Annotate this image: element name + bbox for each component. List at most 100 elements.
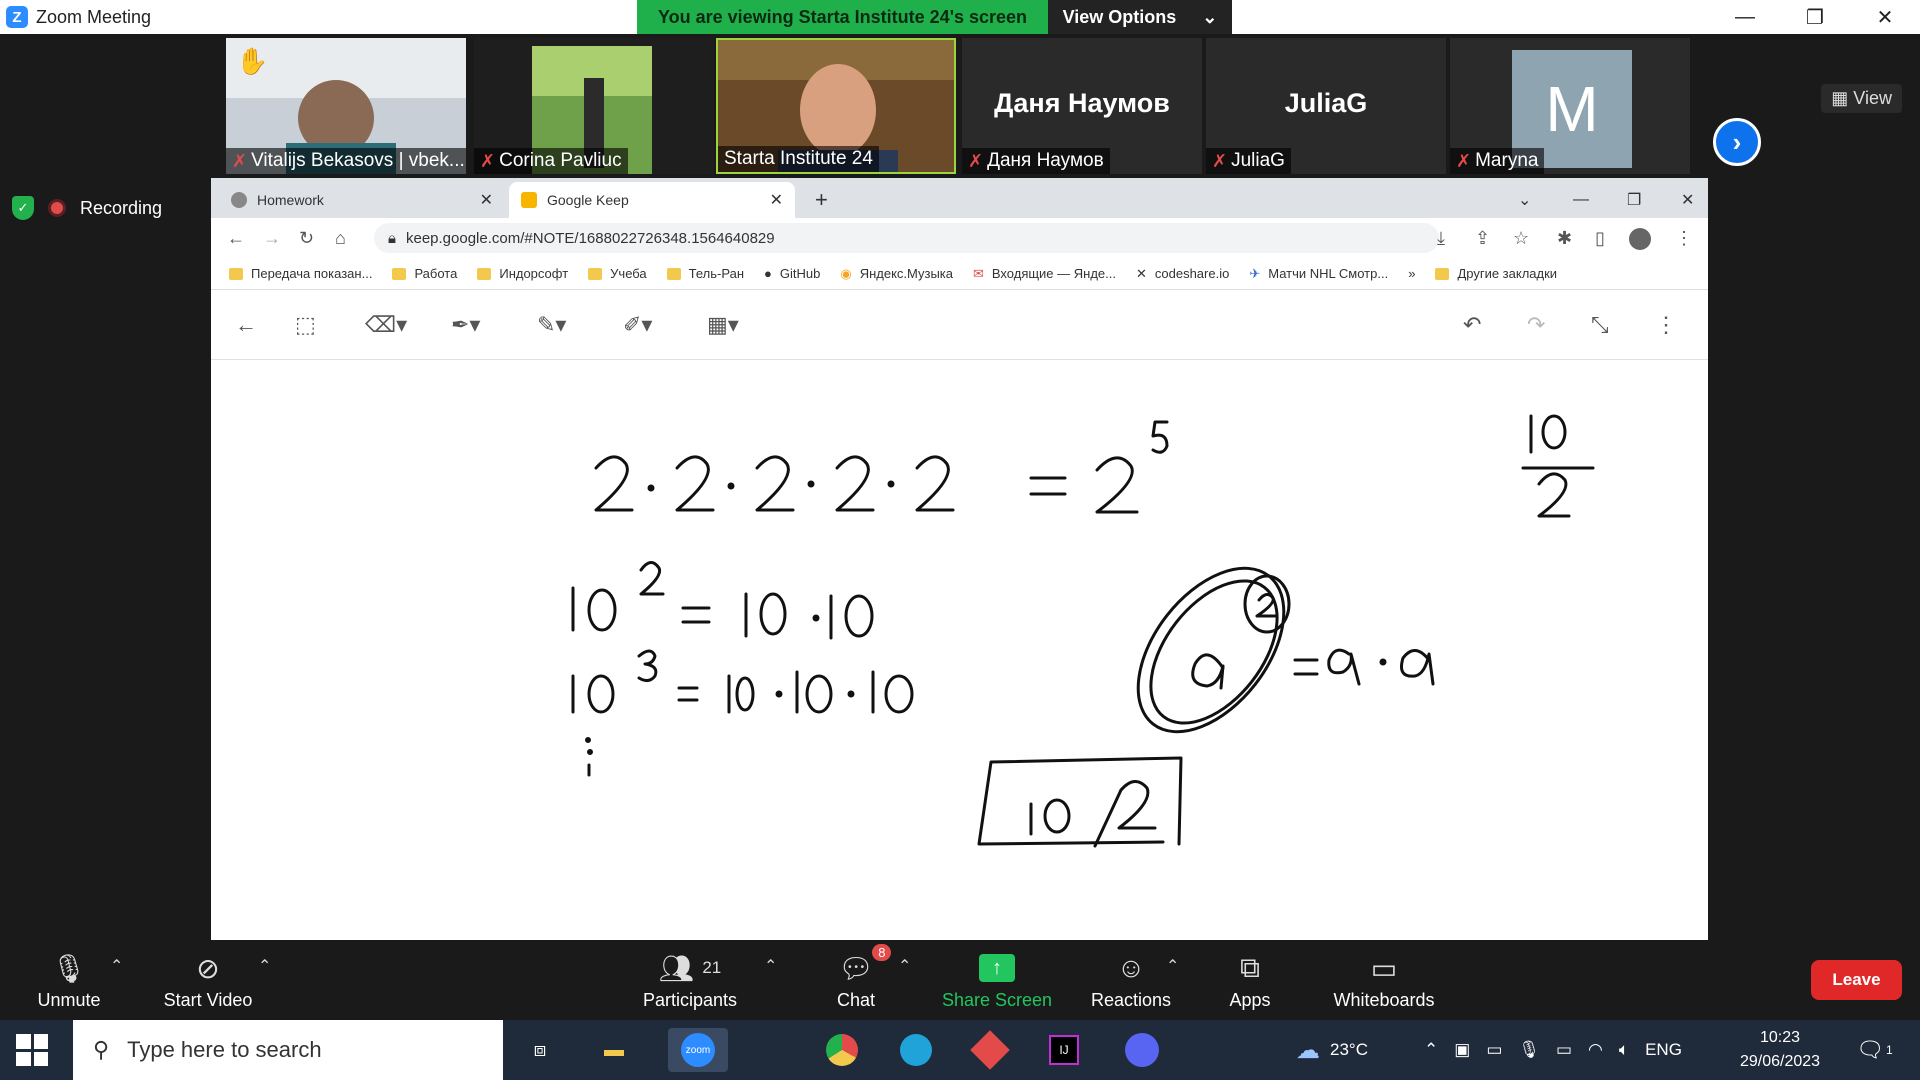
restore-button[interactable]: ❐	[1780, 0, 1850, 34]
back-arrow-icon[interactable]: ←	[235, 312, 257, 338]
language-indicator[interactable]: ENG	[1645, 1040, 1682, 1060]
bookmark-item[interactable]: Передача показан...	[229, 266, 372, 281]
pen-icon[interactable]: ✒▾	[451, 312, 480, 338]
recording-label: Recording	[80, 197, 163, 218]
share-screen-button[interactable]: ↑ Share Screen	[940, 948, 1054, 1011]
edge-icon[interactable]	[894, 1028, 938, 1072]
clock[interactable]: 10:23 29/06/2023	[1720, 1026, 1840, 1074]
recording-indicator[interactable]: ✓ Recording	[12, 196, 162, 220]
handwriting-powers-of-two	[594, 420, 1169, 514]
audio-options-caret[interactable]: ⌃	[110, 956, 123, 976]
whiteboards-button[interactable]: ▭ Whiteboards	[1330, 948, 1438, 1011]
start-video-button[interactable]: ⊘ Start Video	[160, 948, 256, 1011]
meet-icon[interactable]: ▣	[1454, 1040, 1470, 1060]
tab-google-keep[interactable]: Google Keep ✕	[509, 182, 795, 218]
undo-icon[interactable]: ↶	[1463, 312, 1481, 338]
back-icon[interactable]: ←	[227, 228, 245, 249]
windows-start-icon[interactable]	[16, 1034, 48, 1066]
task-view-icon[interactable]: ⧈	[518, 1028, 562, 1072]
forward-icon[interactable]: →	[263, 228, 281, 249]
install-icon[interactable]: ⤓	[1437, 228, 1445, 249]
participant-tile[interactable]: ✗ Corina Pavliuc	[474, 38, 714, 174]
highlighter-icon[interactable]: ✐▾	[623, 312, 652, 338]
wifi-icon[interactable]: ◠	[1588, 1040, 1603, 1060]
bookmark-item[interactable]: Учеба	[588, 266, 647, 281]
grid-icon[interactable]: ▦▾	[707, 312, 739, 338]
select-icon[interactable]: ⬚	[295, 312, 316, 338]
share-icon[interactable]: ⇪	[1475, 228, 1490, 249]
volume-icon[interactable]: 🔈︎	[1619, 1040, 1629, 1060]
mic-icon[interactable]: 🎙︎	[1518, 1040, 1540, 1060]
tab-search-icon[interactable]: ⌄	[1506, 182, 1543, 218]
drawing-canvas[interactable]	[211, 360, 1708, 940]
bookmark-item[interactable]: ✕ codeshare.io	[1136, 266, 1229, 282]
next-page-button[interactable]: ›	[1713, 118, 1761, 166]
taskbar-search-field[interactable]: ⚲ Type here to search	[73, 1020, 503, 1080]
chrome-icon[interactable]	[820, 1028, 864, 1072]
bookmark-item[interactable]: ✈ Матчи NHL Смотр...	[1249, 266, 1388, 282]
home-icon[interactable]: ⌂	[335, 228, 346, 249]
marker-icon[interactable]: ✎▾	[537, 312, 566, 338]
notifications-button[interactable]: 🗨︎ 1	[1856, 1020, 1893, 1080]
close-button[interactable]: ✕	[1850, 0, 1920, 34]
battery-icon[interactable]: ▭	[1556, 1040, 1572, 1060]
bookmarks-bar: Передача показан... Работа Индорсофт Уче…	[211, 258, 1708, 290]
sidepanel-icon[interactable]: ▯	[1595, 228, 1605, 249]
bookmark-item[interactable]: ● GitHub	[764, 266, 820, 281]
apps-button[interactable]: ⧉ Apps	[1224, 948, 1276, 1011]
bookmark-item[interactable]: Работа	[392, 266, 457, 281]
close-tab-icon[interactable]: ✕	[770, 190, 783, 210]
unmute-button[interactable]: 🎙︎ Unmute	[34, 948, 104, 1011]
redo-icon[interactable]: ↷	[1527, 312, 1545, 338]
bookmark-item[interactable]: ✉ Входящие — Янде...	[973, 266, 1116, 282]
minimize-button[interactable]: —	[1710, 0, 1780, 34]
tab-homework[interactable]: Homework ✕	[219, 182, 505, 218]
browser-minimize-button[interactable]: —	[1561, 182, 1601, 218]
participants-button[interactable]: 👥︎ 21 Participants	[640, 948, 740, 1011]
exit-fullscreen-icon[interactable]: ⤡	[1591, 312, 1609, 338]
bookmark-item[interactable]: Индорсофт	[477, 266, 568, 281]
video-strip: ✋ ✗ Vitalijs Bekasovs | vbek... ✗ Corina P…	[0, 34, 1920, 178]
star-icon[interactable]: ☆	[1513, 228, 1529, 249]
more-icon[interactable]: ⋮	[1655, 312, 1677, 338]
view-button[interactable]: ▦ View	[1821, 84, 1902, 113]
discord-icon[interactable]	[1120, 1028, 1164, 1072]
profile-avatar[interactable]	[1629, 228, 1651, 250]
git-app-icon[interactable]	[968, 1028, 1012, 1072]
weather-widget[interactable]: ☁ 23°C	[1296, 1020, 1368, 1080]
chat-button[interactable]: 💬︎ 8 Chat	[820, 944, 892, 1011]
file-explorer-icon[interactable]: ▬	[592, 1028, 636, 1072]
extensions-icon[interactable]: ✱	[1557, 228, 1572, 249]
leave-button[interactable]: Leave	[1811, 960, 1902, 1000]
view-options-button[interactable]: View Options ⌄	[1048, 0, 1232, 34]
browser-close-button[interactable]: ✕	[1669, 182, 1706, 218]
reload-icon[interactable]: ↻	[299, 228, 314, 249]
participant-tile[interactable]: Даня Наумов ✗ Даня Наумов	[962, 38, 1202, 174]
notification-count: 1	[1885, 1043, 1893, 1057]
participants-options-caret[interactable]: ⌃	[764, 956, 777, 976]
participant-tile[interactable]: M ✗ Maryna	[1450, 38, 1690, 174]
chat-options-caret[interactable]: ⌃	[898, 956, 911, 976]
meeting-controls: 🎙︎ Unmute ⌃ ⊘ Start Video ⌃ 👥︎ 21 Partici…	[0, 940, 1920, 1020]
participant-tile[interactable]: JuliaG ✗ JuliaG	[1206, 38, 1446, 174]
eraser-icon[interactable]: ⌫▾	[365, 312, 407, 338]
reactions-button[interactable]: ☺ Reactions	[1088, 948, 1174, 1011]
participant-tile[interactable]: ✋ ✗ Vitalijs Bekasovs | vbek...	[226, 38, 466, 174]
participant-tile-active[interactable]: Starta Institute 24	[716, 38, 956, 174]
close-tab-icon[interactable]: ✕	[480, 190, 493, 210]
bookmark-item[interactable]: Тель-Ран	[666, 266, 744, 281]
bookmark-item[interactable]: ◉ Яндекс.Музыка	[840, 266, 953, 282]
menu-icon[interactable]: ⋮	[1675, 228, 1693, 249]
tray-chevron-icon[interactable]: ⌃	[1424, 1040, 1438, 1060]
shield-icon: ✓	[12, 196, 34, 220]
bookmark-item[interactable]: Другие закладки	[1435, 266, 1557, 281]
intellij-icon[interactable]: IJ	[1042, 1028, 1086, 1072]
bookmarks-overflow[interactable]: »	[1408, 266, 1415, 281]
display-icon[interactable]: ▭	[1486, 1040, 1502, 1060]
new-tab-button[interactable]: +	[803, 182, 840, 218]
url-field[interactable]: 🔒︎ keep.google.com/#NOTE/1688022726348.1…	[374, 223, 1439, 253]
browser-restore-button[interactable]: ❐	[1615, 182, 1653, 218]
zoom-app-icon[interactable]: zoom	[668, 1028, 728, 1072]
video-options-caret[interactable]: ⌃	[258, 956, 271, 976]
reactions-options-caret[interactable]: ⌃	[1166, 956, 1179, 976]
